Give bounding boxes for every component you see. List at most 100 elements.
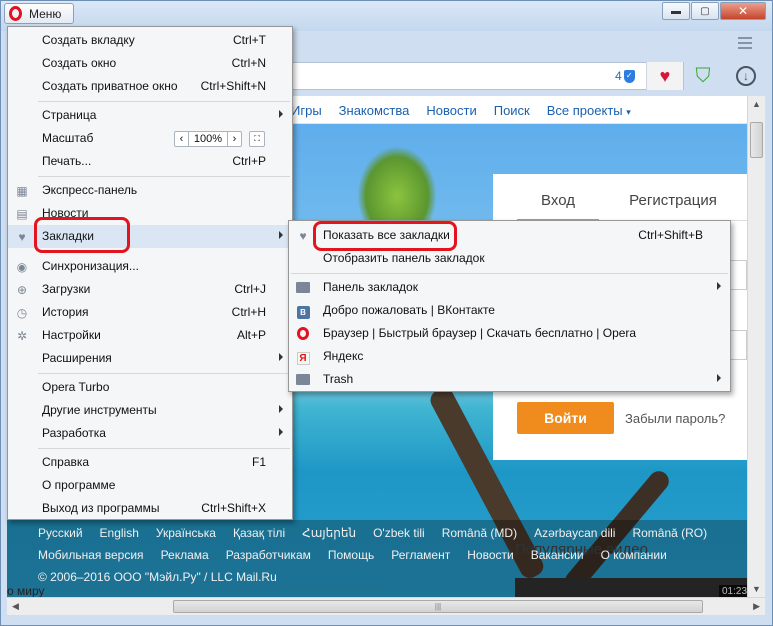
main-menu: Создать вкладку Ctrl+T Создать окно Ctrl+N… — [7, 26, 293, 520]
menu-item-settings[interactable]: ✲ Настройки Alt+P — [8, 324, 292, 347]
footer-link[interactable]: Реклама — [161, 548, 209, 562]
ad-blocker-badge[interactable]: 4 ✓ — [615, 69, 635, 83]
menu-item-new-tab[interactable]: Создать вкладку Ctrl+T — [8, 29, 292, 52]
status-bar — [1, 615, 772, 625]
nav-link-news[interactable]: Новости — [426, 103, 476, 118]
shield-icon: ✓ — [623, 69, 635, 83]
menu-item-downloads[interactable]: ⊕ Загрузки Ctrl+J — [8, 278, 292, 301]
menu-item-developer[interactable]: Разработка — [8, 422, 292, 445]
zoom-in-button[interactable]: › — [227, 131, 242, 147]
scroll-down-icon[interactable]: ▼ — [752, 584, 761, 594]
lang-link[interactable]: Հայերեն — [302, 526, 356, 540]
scrollbar-thumb[interactable] — [750, 122, 763, 158]
download-icon: ⊕ — [16, 283, 28, 297]
menu-item-speed-dial[interactable]: ▦ Экспресс-панель — [8, 179, 292, 202]
partial-text: о миру — [7, 584, 45, 597]
menu-item-print[interactable]: Печать... Ctrl+P — [8, 150, 292, 173]
menu-item-history[interactable]: ◷ История Ctrl+H — [8, 301, 292, 324]
tab-register[interactable]: Регистрация — [599, 192, 747, 221]
vk-icon: B — [296, 304, 310, 319]
copyright: © 2006–2016 ООО "Мэйл.Ру" / LLC Mail.Ru — [38, 570, 277, 584]
scroll-right-icon[interactable]: ▶ — [753, 601, 760, 612]
fullscreen-button[interactable]: ⛶ — [249, 131, 265, 147]
menu-divider — [38, 101, 290, 102]
tab-login[interactable]: Вход — [517, 192, 599, 221]
nav-link-search[interactable]: Поиск — [494, 103, 530, 118]
close-button[interactable]: ✕ — [720, 2, 766, 20]
lang-link[interactable]: Azərbaycan dili — [534, 526, 615, 540]
nav-link-all-projects[interactable]: Все проекты ▾ — [547, 103, 631, 118]
zoom-value[interactable]: 100% — [189, 131, 227, 147]
menu-item-other-tools[interactable]: Другие инструменты — [8, 399, 292, 422]
opera-logo-icon — [9, 6, 22, 21]
lang-link[interactable]: O'zbek tili — [373, 526, 425, 540]
adblock-shield-icon[interactable]: ⛉ — [691, 64, 715, 88]
menu-item-sync[interactable]: ◉ Синхронизация... — [8, 255, 292, 278]
heart-icon: ♥ — [18, 230, 26, 244]
footer-links: Мобильная версия Реклама Разработчикам П… — [38, 548, 667, 562]
footer-link[interactable]: Разработчикам — [226, 548, 311, 562]
horizontal-scrollbar[interactable]: ◀ ||| ▶ — [7, 597, 765, 615]
nav-link-games[interactable]: Игры — [291, 103, 322, 118]
menu-item-new-window[interactable]: Создать окно Ctrl+N — [8, 52, 292, 75]
menu-item-zoom: Масштаб ‹ 100% › ⛶ — [8, 127, 292, 150]
login-button[interactable]: Войти — [517, 402, 614, 434]
menu-divider — [38, 373, 290, 374]
clock-icon: ◷ — [16, 306, 28, 320]
language-links: Русский English Українська Қазақ тілі Հա… — [38, 526, 707, 540]
menu-button-label: Меню — [29, 6, 62, 21]
chevron-down-icon: ▾ — [626, 107, 631, 117]
lang-link[interactable]: Русский — [38, 526, 83, 540]
chevron-right-icon — [279, 405, 283, 413]
highlight-ring-bookmarks — [34, 217, 130, 253]
maximize-button[interactable]: ▢ — [691, 2, 719, 20]
menu-item-trash-folder[interactable]: Trash — [289, 368, 730, 391]
footer-link[interactable]: Мобильная версия — [38, 548, 144, 562]
chevron-right-icon — [279, 353, 283, 361]
menu-item-about[interactable]: О программе — [8, 474, 292, 497]
lang-link[interactable]: Română (MD) — [442, 526, 517, 540]
bookmark-opera[interactable]: Браузер | Быстрый браузер | Скачать бесп… — [289, 322, 730, 345]
chevron-right-icon — [717, 374, 721, 382]
menu-item-opera-turbo[interactable]: Opera Turbo — [8, 376, 292, 399]
menu-item-extensions[interactable]: Расширения — [8, 347, 292, 370]
footer-link[interactable]: Вакансии — [531, 548, 584, 562]
yandex-icon: Я — [296, 350, 310, 365]
menu-item-exit[interactable]: Выход из программы Ctrl+Shift+X — [8, 497, 292, 520]
scroll-up-icon[interactable]: ▲ — [752, 99, 761, 109]
download-icon[interactable]: ↓ — [736, 66, 756, 86]
folder-icon — [296, 281, 310, 295]
footer-link[interactable]: Регламент — [391, 548, 450, 562]
lang-link[interactable]: Українська — [156, 526, 216, 540]
bookmark-yandex[interactable]: Я Яндекс — [289, 345, 730, 368]
nav-link-dating[interactable]: Знакомства — [339, 103, 410, 118]
footer-link[interactable]: Новости — [467, 548, 513, 562]
forgot-password-link[interactable]: Забыли пароль? — [625, 411, 725, 426]
lang-link[interactable]: English — [100, 526, 139, 540]
menu-item-page[interactable]: Страница — [8, 104, 292, 127]
easy-setup-icon[interactable] — [738, 37, 752, 49]
address-bar[interactable]: 4 ✓ ♥ — [293, 62, 684, 90]
chevron-right-icon — [279, 110, 283, 118]
footer-link[interactable]: О компании — [601, 548, 667, 562]
minimize-button[interactable]: ▬ — [662, 2, 690, 20]
footer-link[interactable]: Помощь — [328, 548, 374, 562]
menu-divider — [291, 273, 728, 274]
scroll-left-icon[interactable]: ◀ — [12, 601, 19, 612]
menu-item-bookmarks-bar-folder[interactable]: Панель закладок — [289, 276, 730, 299]
bookmark-heart-button[interactable]: ♥ — [646, 62, 683, 90]
vertical-scrollbar[interactable]: ▲ ▼ — [747, 96, 765, 597]
heart-icon: ♥ — [299, 229, 307, 243]
lang-link[interactable]: Қазақ тілі — [233, 526, 285, 540]
gear-icon: ✲ — [16, 329, 28, 343]
scrollbar-thumb[interactable]: ||| — [173, 600, 703, 613]
menu-item-private-window[interactable]: Создать приватное окно Ctrl+Shift+N — [8, 75, 292, 98]
chevron-right-icon — [279, 428, 283, 436]
news-icon: ▤ — [16, 207, 28, 221]
menu-item-help[interactable]: Справка F1 — [8, 451, 292, 474]
menu-divider — [38, 176, 290, 177]
opera-menu-button[interactable]: Меню — [4, 3, 74, 24]
lang-link[interactable]: Română (RO) — [632, 526, 707, 540]
bookmark-vkontakte[interactable]: B Добро пожаловать | ВКонтакте — [289, 299, 730, 322]
zoom-out-button[interactable]: ‹ — [174, 131, 189, 147]
